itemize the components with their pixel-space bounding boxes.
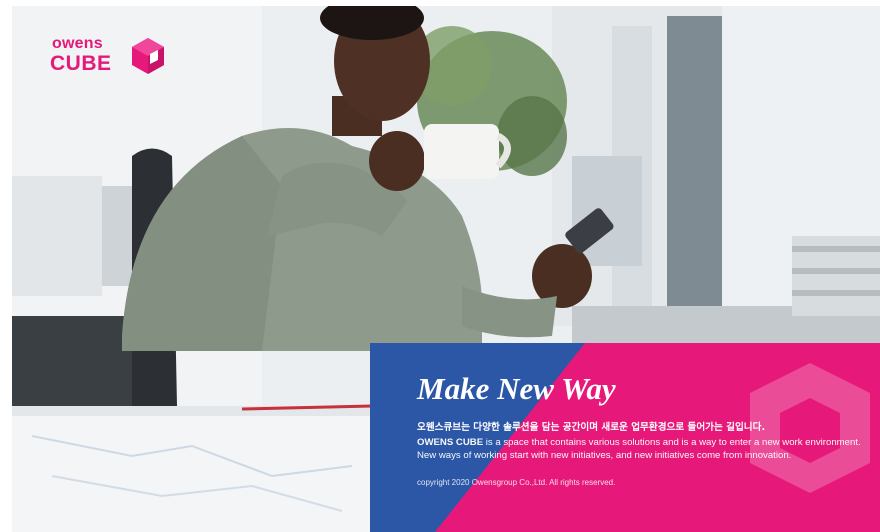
copyright-notice: copyright 2020 Owensgroup Co.,Ltd. All r… <box>417 478 616 488</box>
logo-wordmark-cube: CUBE <box>50 52 112 75</box>
panel-copy: Make New Way 오웬스큐브는 다양한 솔루션을 담는 공간이며 새로운… <box>417 373 862 488</box>
message-panel: Make New Way 오웬스큐브는 다양한 솔루션을 담는 공간이며 새로운… <box>370 343 880 532</box>
logo-wordmark-owens: owens <box>52 35 103 52</box>
brand-logo[interactable]: owens CUBE <box>50 36 170 80</box>
english-description: OWENS CUBE is a space that contains vari… <box>417 437 862 462</box>
cube-logo-icon <box>132 38 164 74</box>
ad-banner: owens CUBE Make New Way 오웬스큐브는 다양한 솔루션을 … <box>0 0 880 532</box>
english-brand-name: OWENS CUBE <box>417 436 484 448</box>
korean-tagline: 오웬스큐브는 다양한 솔루션을 담는 공간이며 새로운 업무환경으로 들어가는 … <box>417 422 766 433</box>
english-description-text: is a space that contains various solutio… <box>417 436 861 461</box>
headline: Make New Way <box>417 371 616 406</box>
